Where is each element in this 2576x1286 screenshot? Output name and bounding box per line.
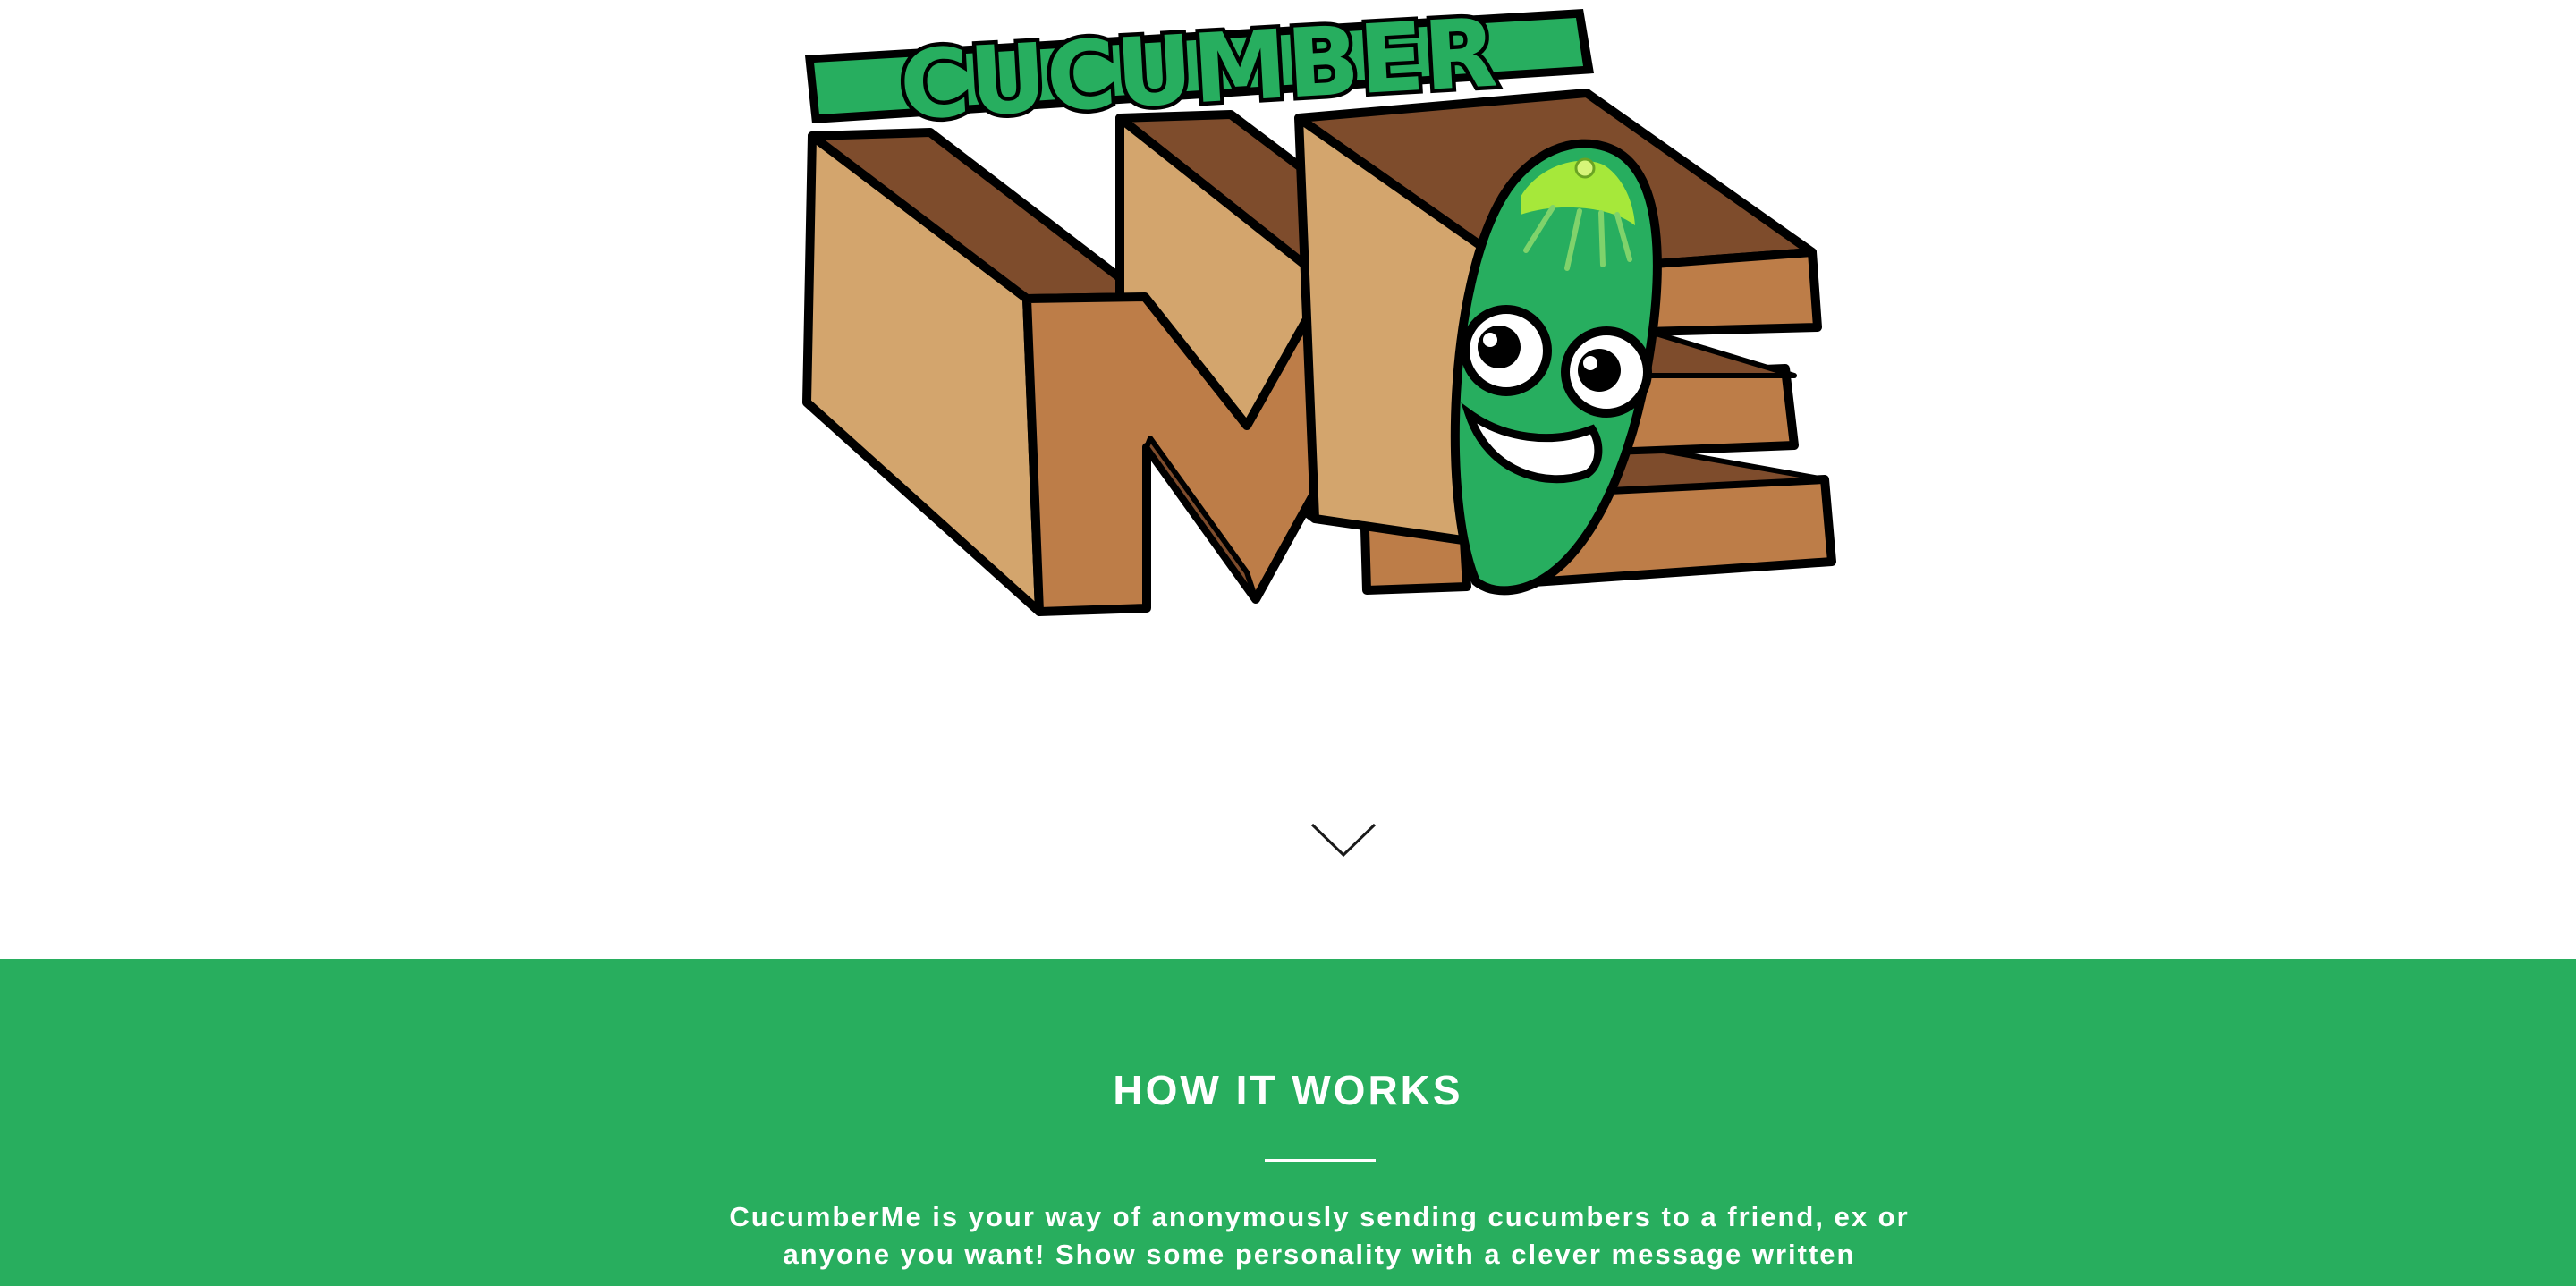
how-it-works-text: CucumberMe is your way of anonymously se…: [729, 1201, 1910, 1270]
chevron-down-icon: [1310, 823, 1377, 858]
how-it-works-title: HOW IT WORKS: [1113, 1067, 1463, 1113]
scroll-down-button[interactable]: [1309, 821, 1377, 860]
title-divider: [1265, 1159, 1376, 1162]
cucumber-me-logo: CUCUMBER: [802, 0, 1836, 616]
hero-section: CUCUMBER: [0, 0, 2576, 959]
how-it-works-section: HOW IT WORKS CucumberMe is your way of a…: [0, 959, 2576, 1286]
